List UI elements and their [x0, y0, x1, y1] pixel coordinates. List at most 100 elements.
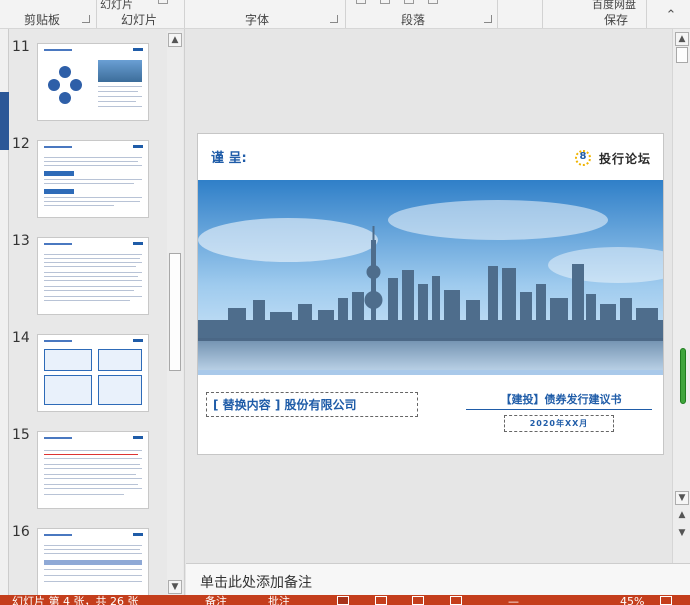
thumb-line [44, 157, 142, 158]
thumb-line [44, 258, 140, 259]
align-center-icon[interactable] [380, 0, 390, 4]
thumb-line [98, 91, 138, 92]
thumb-line [44, 300, 130, 301]
ribbon-separator [542, 0, 543, 28]
thumb-line [44, 484, 138, 485]
ribbon-separator [646, 0, 647, 28]
slide-thumbnail-14[interactable] [37, 334, 149, 412]
scroll-up-icon[interactable]: ▲ [168, 33, 182, 47]
thumb-box [44, 349, 92, 371]
paragraph-launcher-icon[interactable] [484, 15, 492, 23]
align-right-icon[interactable] [404, 0, 414, 4]
ribbon: 幻灯片 百度网盘 剪贴板 幻灯片 字体 段落 保存 ⌃ [0, 0, 690, 29]
thumb-line [44, 272, 142, 273]
thumb-line [44, 254, 142, 255]
slideshow-icon[interactable] [450, 596, 462, 605]
scroll-down-icon[interactable]: ▼ [168, 580, 182, 594]
ribbon-separator [96, 0, 97, 28]
thumb-box [98, 375, 142, 405]
current-slide[interactable]: 谨 呈: 8 投行论坛 [替换内容] 股份有限公司 【建投】债券发行建议书 … [197, 133, 664, 455]
thumb-image [98, 60, 142, 82]
editor-scrollbar[interactable]: ▲ ▼ ▲ ▼ [672, 29, 690, 563]
city-skyline-image[interactable] [198, 180, 664, 372]
current-position-marker[interactable] [680, 348, 686, 404]
collapse-ribbon-icon[interactable]: ⌃ [664, 9, 678, 23]
slide-sorter-icon[interactable] [375, 596, 387, 605]
thumb-line [44, 183, 134, 184]
slide-thumbnail-13[interactable] [37, 237, 149, 315]
notes-button[interactable]: 备注 [205, 596, 227, 605]
thumb-line [44, 276, 138, 277]
align-left-icon[interactable] [356, 0, 366, 4]
thumb-line [44, 474, 136, 475]
previous-slide-icon[interactable]: ▲ [675, 509, 689, 523]
slide-thumbnail-pane: 11 12 13 14 15 16 [9, 29, 185, 595]
ribbon-separator [497, 0, 498, 28]
thumb-line [44, 464, 140, 465]
fit-to-window-icon[interactable] [660, 596, 672, 605]
thumb-line [98, 106, 142, 107]
ribbon-group-font: 字体 [245, 13, 270, 27]
thumb-line [44, 468, 142, 469]
thumb-shape [59, 66, 71, 78]
thumbnail-scrollbar[interactable]: ▲ ▼ [167, 31, 183, 595]
ribbon-group-clipboard: 剪贴板 [24, 13, 61, 27]
slide-thumbnail-11[interactable] [37, 43, 149, 121]
slide-number: 12 [12, 136, 30, 152]
ribbon-group-save: 保存 [604, 13, 629, 27]
thumb-line [44, 575, 142, 576]
thumbnail-scroll-thumb[interactable] [169, 253, 181, 371]
slide-number: 13 [12, 233, 30, 249]
notes-placeholder[interactable]: 单击此处添加备注 [200, 572, 312, 592]
scroll-down-icon[interactable]: ▼ [675, 491, 689, 505]
thumb-line [44, 280, 142, 281]
font-launcher-icon[interactable] [330, 15, 338, 23]
thumb-line [44, 290, 134, 291]
slide-number: 14 [12, 330, 30, 346]
thumb-line [44, 179, 142, 180]
normal-view-icon[interactable] [337, 596, 349, 605]
brand-logo-number: 8 [579, 151, 587, 162]
thumb-line [98, 86, 142, 87]
zoom-out-icon[interactable]: — [508, 596, 519, 605]
thumb-logo [133, 339, 143, 342]
slide-thumbnail-16[interactable] [37, 528, 149, 595]
thumb-title [44, 534, 72, 536]
thumb-line [44, 161, 138, 162]
company-name-textbox[interactable]: [ 替换内容 ] 股份有限公司 [206, 392, 418, 417]
document-title[interactable]: 【建投】债券发行建议书 [468, 391, 654, 407]
slide-greeting[interactable]: 谨 呈: [211, 147, 247, 166]
thumb-title [44, 243, 72, 245]
next-slide-icon[interactable]: ▼ [675, 527, 689, 541]
document-date-textbox[interactable]: 2020年XX月 [504, 415, 614, 432]
justify-icon[interactable] [428, 0, 438, 4]
thumb-shape [48, 79, 60, 91]
comments-button[interactable]: 批注 [268, 596, 290, 605]
powerpoint-window: 幻灯片 百度网盘 剪贴板 幻灯片 字体 段落 保存 ⌃ 11 12 13 14 … [0, 0, 690, 605]
thumb-shape [59, 92, 71, 104]
thumb-logo [133, 436, 143, 439]
clipboard-launcher-icon[interactable] [82, 15, 90, 23]
thumb-line [98, 96, 142, 97]
thumb-line [44, 581, 142, 582]
thumb-title [44, 146, 72, 148]
slide-thumbnail-15[interactable] [37, 431, 149, 509]
title-underline [466, 409, 652, 410]
zoom-level[interactable]: 45% [620, 596, 644, 605]
thumb-bar [44, 560, 142, 565]
scroll-up-icon[interactable]: ▲ [675, 32, 689, 46]
thumb-line [44, 458, 142, 459]
slide-number: 15 [12, 427, 30, 443]
slide-number: 16 [12, 524, 30, 540]
reading-view-icon[interactable] [412, 596, 424, 605]
status-bar: 幻灯片 第 4 张，共 26 张 备注 批注 — 45% [0, 595, 690, 605]
thumb-title [44, 340, 72, 342]
slide-thumbnail-12[interactable] [37, 140, 149, 218]
thumb-line [44, 165, 142, 166]
editor-scroll-thumb[interactable] [676, 47, 688, 63]
thumb-line [44, 286, 142, 287]
thumb-line [44, 454, 138, 455]
thumb-line [44, 569, 142, 570]
ribbon-icon[interactable] [158, 0, 168, 4]
notes-pane[interactable]: 单击此处添加备注 [186, 563, 690, 595]
